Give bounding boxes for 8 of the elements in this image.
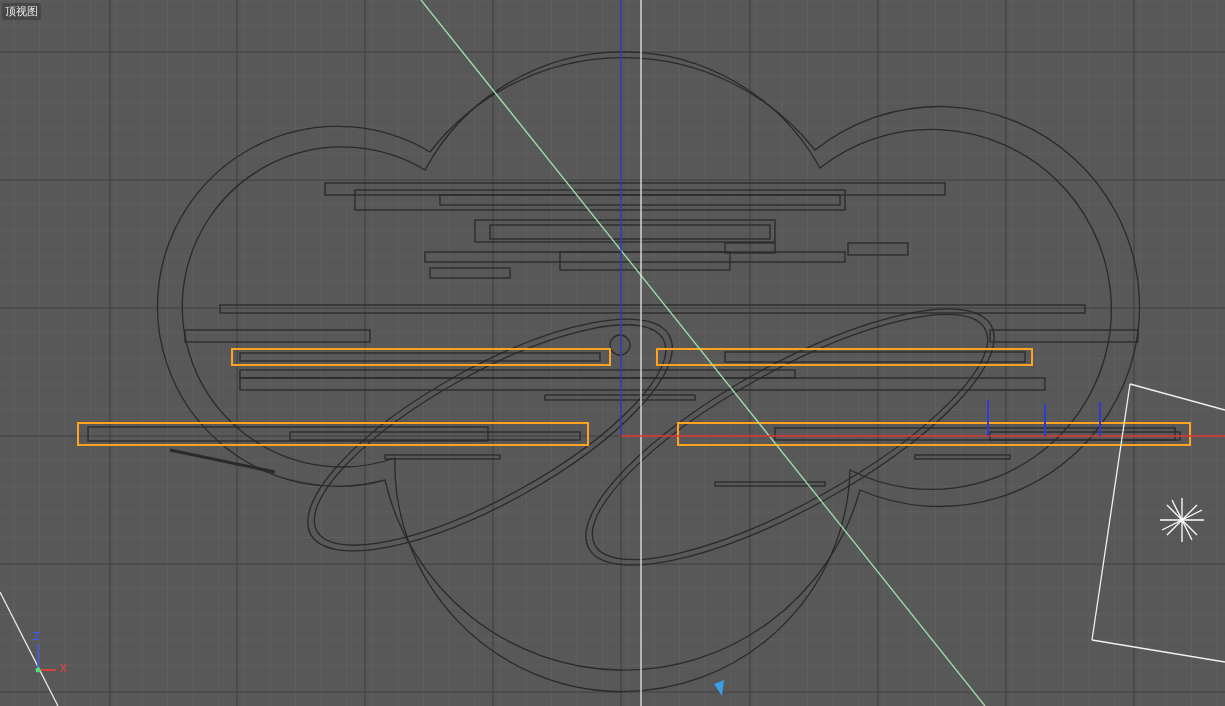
viewport-canvas[interactable]: 顶视图 Z X	[0, 0, 1225, 706]
axis-gizmo-icon	[35, 643, 57, 673]
camera-marker-icon[interactable]	[714, 680, 724, 696]
camera-frame-drawing[interactable]	[1091, 383, 1225, 663]
light-icon[interactable]	[1159, 497, 1205, 543]
axis-label: Z	[33, 632, 40, 642]
viewport-title: 顶视图	[2, 3, 41, 20]
axis-label: X	[60, 664, 67, 674]
